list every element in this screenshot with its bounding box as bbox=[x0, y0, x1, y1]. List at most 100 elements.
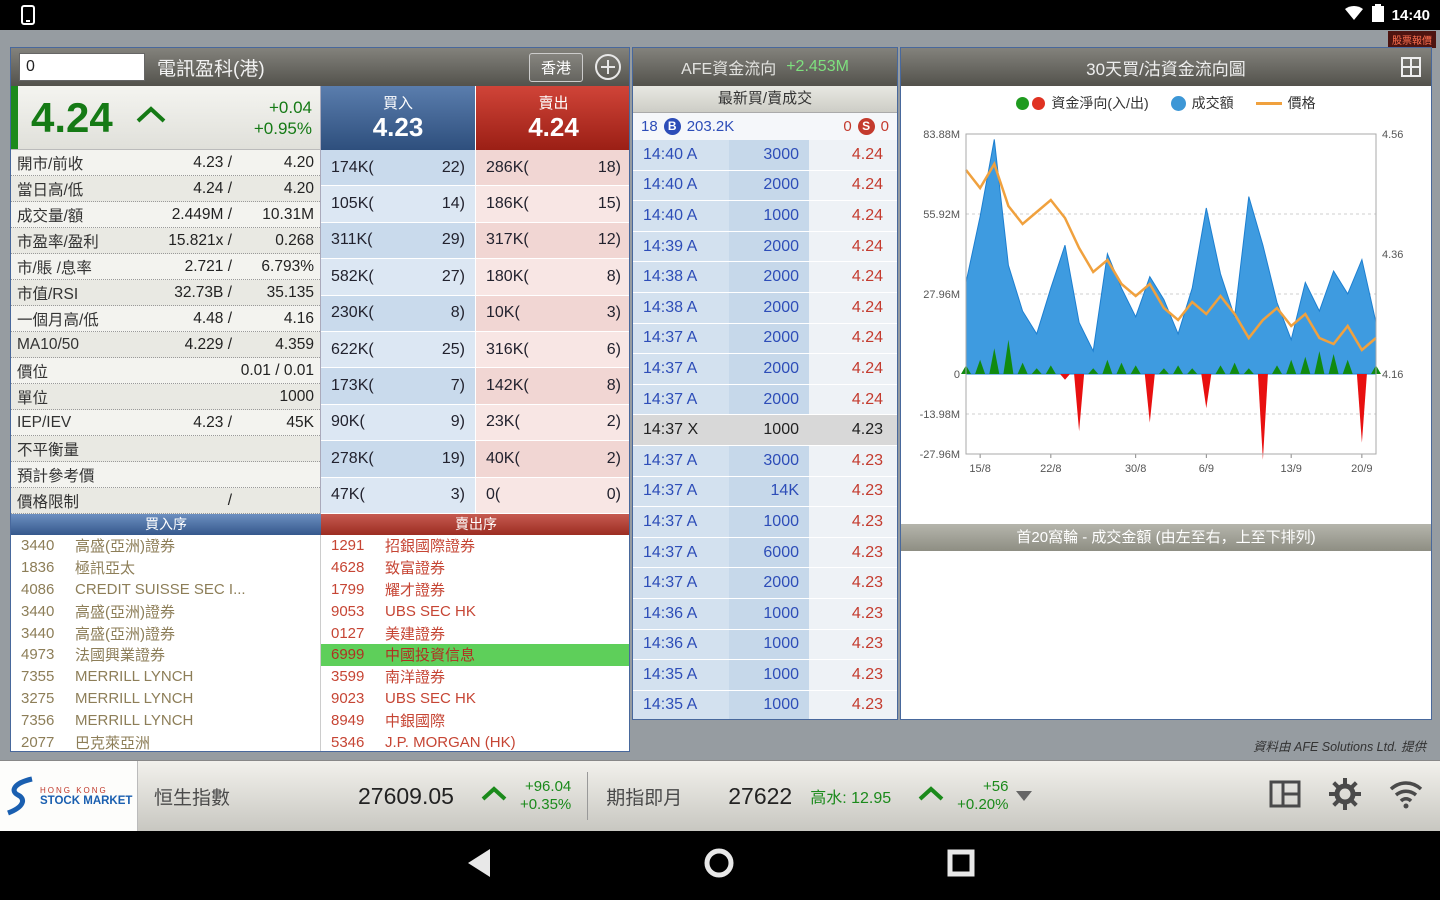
ask-queue-row[interactable]: 142K( 8) bbox=[476, 368, 630, 404]
ask-queue-row[interactable]: 286K( 18) bbox=[476, 150, 630, 186]
buy-broker-row[interactable]: 2077 巴克萊亞洲 bbox=[11, 731, 320, 752]
svg-text:20/9: 20/9 bbox=[1351, 463, 1372, 475]
quote-stat-row: 市盈率/盈利 15.821x / 0.268 bbox=[11, 228, 320, 254]
broker-id: 5346 bbox=[331, 734, 385, 751]
layout-icon[interactable] bbox=[1268, 777, 1302, 816]
hsi-up-caret-icon bbox=[480, 786, 508, 807]
bid-queue-row[interactable]: 105K( 14) bbox=[321, 186, 475, 222]
bid-queue-row[interactable]: 90K( 9) bbox=[321, 405, 475, 441]
ask-queue-row[interactable]: 316K( 6) bbox=[476, 332, 630, 368]
bid-qty: 582K( bbox=[331, 268, 374, 286]
buy-broker-row[interactable]: 4973 法國興業證券 bbox=[11, 644, 320, 666]
broker-name: 極訊亞太 bbox=[75, 557, 320, 578]
buy-broker-row[interactable]: 3440 高盛(亞洲)證券 bbox=[11, 622, 320, 644]
buy-broker-row[interactable]: 1836 極訊亞太 bbox=[11, 557, 320, 579]
tick-price: 4.24 bbox=[809, 293, 897, 323]
bid-queue-row[interactable]: 173K( 7) bbox=[321, 368, 475, 404]
tick-time: 14:39 A bbox=[633, 232, 729, 262]
buy-broker-row[interactable]: 3275 MERRILL LYNCH bbox=[11, 688, 320, 710]
stat-value-2: 4.16 bbox=[232, 310, 314, 328]
quote-column: 4.24 +0.04 +0.95% 開市/前收 4.23 / 4.20 當日高/… bbox=[11, 86, 321, 514]
broker-name: J.P. MORGAN (HK) bbox=[385, 734, 630, 751]
sell-broker-row[interactable]: 1799 耀才證券 bbox=[321, 579, 630, 601]
stock-name: 電訊盈科(港) bbox=[157, 54, 265, 81]
buy-broker-list: 3440 高盛(亞洲)證券 1836 極訊亞太 4086 CREDIT SUIS… bbox=[11, 535, 321, 752]
tick-price: 4.23 bbox=[809, 446, 897, 476]
sell-broker-row[interactable]: 3599 南洋證券 bbox=[321, 666, 630, 688]
sell-broker-row[interactable]: 0127 美建證券 bbox=[321, 622, 630, 644]
buy-broker-row[interactable]: 7355 MERRILL LYNCH bbox=[11, 666, 320, 688]
buy-badge-icon: B bbox=[664, 118, 681, 135]
broker-id: 9023 bbox=[331, 690, 385, 707]
svg-text:55.92M: 55.92M bbox=[923, 209, 960, 221]
broker-id: 3440 bbox=[21, 603, 75, 620]
tick-time: 14:37 A bbox=[633, 324, 729, 354]
buy-broker-row[interactable]: 3440 高盛(亞洲)證券 bbox=[11, 600, 320, 622]
sell-broker-row[interactable]: 5346 J.P. MORGAN (HK) bbox=[321, 731, 630, 752]
ask-header[interactable]: 賣出 4.24 bbox=[476, 86, 630, 150]
ask-queue-row[interactable]: 186K( 15) bbox=[476, 186, 630, 222]
bid-price: 4.23 bbox=[373, 112, 424, 142]
quote-panel: 電訊盈科(港) 香港 4.24 +0.04 +0.95% 開市/前收 bbox=[10, 47, 630, 752]
stat-value-2: 0.268 bbox=[232, 232, 314, 250]
sell-broker-row[interactable]: 4628 致富證券 bbox=[321, 557, 630, 579]
quote-stat-row: 價格限制 / bbox=[11, 488, 320, 514]
stat-label: 一個月高/低 bbox=[17, 308, 139, 330]
bid-queue-row[interactable]: 174K( 22) bbox=[321, 150, 475, 186]
bid-queue-row[interactable]: 311K( 29) bbox=[321, 223, 475, 259]
ask-queue-row[interactable]: 0( 0) bbox=[476, 478, 630, 514]
bid-queue-row[interactable]: 278K( 19) bbox=[321, 441, 475, 477]
buy-broker-row[interactable]: 3440 高盛(亞洲)證券 bbox=[11, 535, 320, 557]
ask-queue-row[interactable]: 10K( 3) bbox=[476, 296, 630, 332]
trade-tick-list: 14:40 A 3000 4.24 14:40 A 2000 4.24 14:4… bbox=[633, 140, 897, 719]
back-button[interactable] bbox=[464, 847, 492, 884]
quote-stat-row: 不平衡量 bbox=[11, 436, 320, 462]
broker-name: 南洋證券 bbox=[385, 666, 630, 687]
ask-count: 2) bbox=[607, 450, 621, 468]
ask-queue-row[interactable]: 180K( 8) bbox=[476, 259, 630, 295]
hsi-label: 恒生指數 bbox=[154, 783, 230, 810]
wifi-icon[interactable] bbox=[1388, 779, 1424, 814]
sell-broker-row[interactable]: 9053 UBS SEC HK bbox=[321, 600, 630, 622]
stat-value-2: 6.793% bbox=[232, 258, 314, 276]
bid-qty: 90K( bbox=[331, 413, 365, 431]
futures-dropdown-icon[interactable] bbox=[1016, 791, 1032, 801]
sell-broker-row[interactable]: 8949 中銀國際 bbox=[321, 709, 630, 731]
ask-queue-row[interactable]: 317K( 12) bbox=[476, 223, 630, 259]
ask-label: 賣出 bbox=[538, 95, 568, 112]
gear-icon[interactable] bbox=[1328, 777, 1362, 816]
bid-count: 25) bbox=[442, 341, 465, 359]
tick-price: 4.24 bbox=[809, 354, 897, 384]
futures-change-pct: +0.20% bbox=[957, 796, 1008, 814]
panes-icon[interactable] bbox=[1401, 57, 1421, 82]
add-icon[interactable] bbox=[595, 54, 621, 80]
tick-volume: 1000 bbox=[729, 415, 809, 445]
bid-header[interactable]: 買入 4.23 bbox=[321, 86, 476, 150]
home-button[interactable] bbox=[702, 846, 736, 885]
stat-label: MA10/50 bbox=[17, 336, 139, 354]
sell-broker-row[interactable]: 1291 招銀國際證券 bbox=[321, 535, 630, 557]
ask-queue-row[interactable]: 40K( 2) bbox=[476, 441, 630, 477]
buy-broker-row[interactable]: 4086 CREDIT SUISSE SEC I... bbox=[11, 579, 320, 601]
ask-queue-row[interactable]: 23K( 2) bbox=[476, 405, 630, 441]
tick-price: 4.24 bbox=[809, 262, 897, 292]
buy-broker-row[interactable]: 7356 MERRILL LYNCH bbox=[11, 709, 320, 731]
bid-queue-row[interactable]: 622K( 25) bbox=[321, 332, 475, 368]
svg-text:-13.98M: -13.98M bbox=[920, 409, 960, 421]
stock-code-input[interactable] bbox=[19, 53, 145, 81]
broker-id: 1836 bbox=[21, 559, 75, 576]
price-row: 4.24 +0.04 +0.95% bbox=[11, 86, 320, 150]
bid-queue-row[interactable]: 230K( 8) bbox=[321, 296, 475, 332]
bid-count: 8) bbox=[451, 304, 465, 322]
bid-count: 7) bbox=[451, 377, 465, 395]
price-line-icon bbox=[1256, 102, 1282, 105]
app-content: 股票報價 電訊盈科(港) 香港 4.24 +0.04 +0.95% bbox=[0, 30, 1440, 760]
trade-tick-row: 14:40 A 1000 4.24 bbox=[633, 201, 897, 231]
market-button[interactable]: 香港 bbox=[529, 53, 583, 82]
bid-queue-row[interactable]: 582K( 27) bbox=[321, 259, 475, 295]
bid-queue-row[interactable]: 47K( 3) bbox=[321, 478, 475, 514]
sell-broker-row[interactable]: 9023 UBS SEC HK bbox=[321, 688, 630, 710]
trade-tick-row: 14:40 A 3000 4.24 bbox=[633, 140, 897, 170]
sell-broker-row[interactable]: 6999 中國投資信息 bbox=[321, 644, 630, 666]
recents-button[interactable] bbox=[946, 848, 976, 883]
